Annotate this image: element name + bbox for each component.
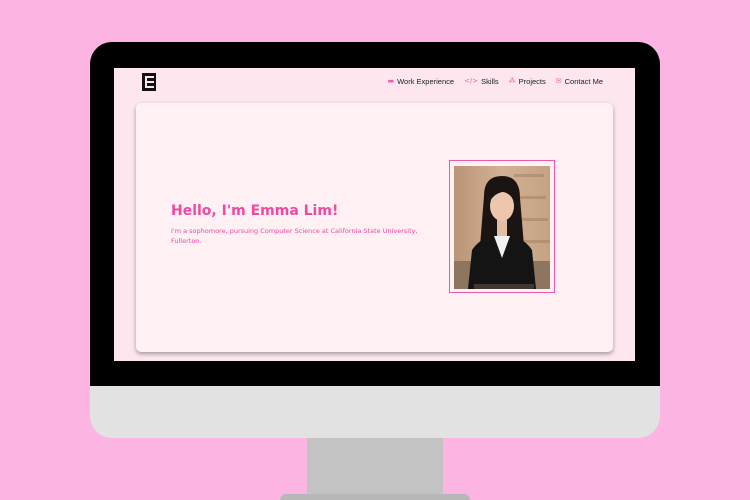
briefcase-icon: ▬ bbox=[387, 77, 395, 85]
nav-item-label: Projects bbox=[518, 77, 546, 86]
nav-item-projects[interactable]: ⁂ Projects bbox=[509, 77, 546, 86]
nav-item-label: Contact Me bbox=[564, 77, 603, 86]
nav-item-label: Work Experience bbox=[397, 77, 455, 86]
profile-photo-frame bbox=[449, 160, 555, 293]
envelope-icon: ✉ bbox=[555, 77, 562, 85]
nav-item-skills[interactable]: </> Skills bbox=[464, 77, 499, 86]
nav-item-work-experience[interactable]: ▬ Work Experience bbox=[387, 77, 454, 86]
profile-photo bbox=[454, 166, 550, 289]
monitor-chin bbox=[90, 386, 660, 438]
top-nav: ▬ Work Experience </> Skills ⁂ Projects … bbox=[387, 77, 603, 86]
hero-subtext: I'm a sophomore, pursuing Computer Scien… bbox=[171, 227, 418, 245]
monitor-stand-base bbox=[280, 494, 470, 500]
hero-card: Hello, I'm Emma Lim! I'm a sophomore, pu… bbox=[136, 103, 613, 352]
hero-heading: Hello, I'm Emma Lim! bbox=[171, 203, 339, 219]
nav-item-contact-me[interactable]: ✉ Contact Me bbox=[556, 77, 603, 86]
profile-photo-image bbox=[454, 166, 550, 289]
project-nodes-icon: ⁂ bbox=[508, 77, 516, 85]
e-monogram-logo-icon[interactable] bbox=[142, 73, 156, 91]
website-screen: ▬ Work Experience </> Skills ⁂ Projects … bbox=[114, 68, 635, 361]
monitor-stand bbox=[307, 438, 443, 500]
code-icon: </> bbox=[464, 77, 479, 85]
nav-item-label: Skills bbox=[481, 77, 499, 86]
